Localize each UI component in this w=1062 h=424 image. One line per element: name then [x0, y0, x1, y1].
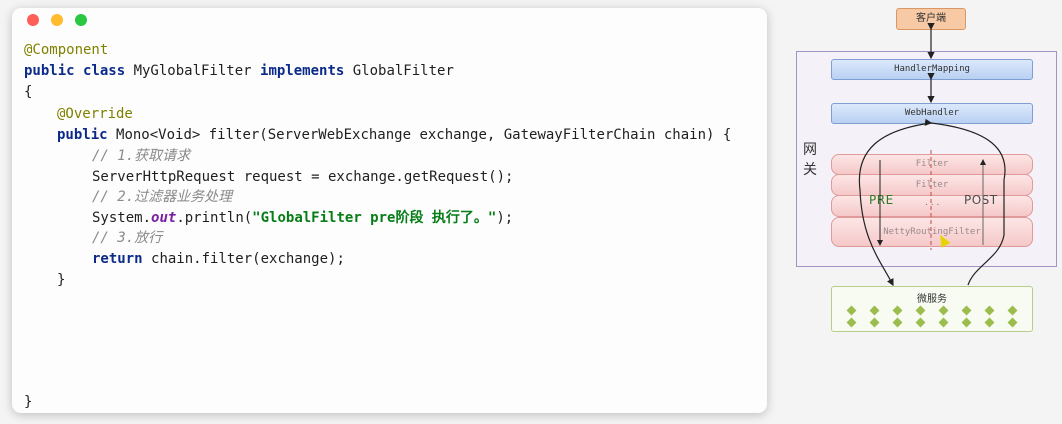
filter-box-2: Filter [831, 174, 1033, 196]
web-handler-box: WebHandler [831, 103, 1033, 124]
diamond-icon [915, 317, 926, 328]
diamond-icon [938, 317, 949, 328]
diamond-icon [915, 305, 926, 316]
gateway-label: 网关 [803, 142, 817, 178]
diamond-icon [938, 305, 949, 316]
diamond-icon [869, 305, 880, 316]
netty-routing-filter-box: NettyRoutingFilter [831, 217, 1033, 247]
diamond-icon [892, 305, 903, 316]
handler-mapping-box: HandlerMapping [831, 59, 1033, 80]
client-box: 客户端 [896, 8, 966, 30]
pre-label: PRE [869, 193, 894, 207]
diamond-icon [869, 317, 880, 328]
post-label: POST [964, 193, 998, 207]
diamond-icon [846, 305, 857, 316]
diamond-icon [984, 305, 995, 316]
gateway-diagram: 网关 客户端 HandlerMapping WebHandler Filter … [0, 0, 1062, 424]
diamond-icon [1007, 317, 1018, 328]
diamond-icon [984, 317, 995, 328]
microservice-box: 微服务 [831, 286, 1033, 332]
diamond-icon [846, 317, 857, 328]
diamond-icon [961, 305, 972, 316]
diamond-icon [892, 317, 903, 328]
microservice-label: 微服务 [917, 294, 947, 305]
diamond-icon [961, 317, 972, 328]
ellipsis: . . . [925, 198, 940, 208]
diamond-icon [1007, 305, 1018, 316]
filter-box-1: Filter [831, 154, 1033, 175]
